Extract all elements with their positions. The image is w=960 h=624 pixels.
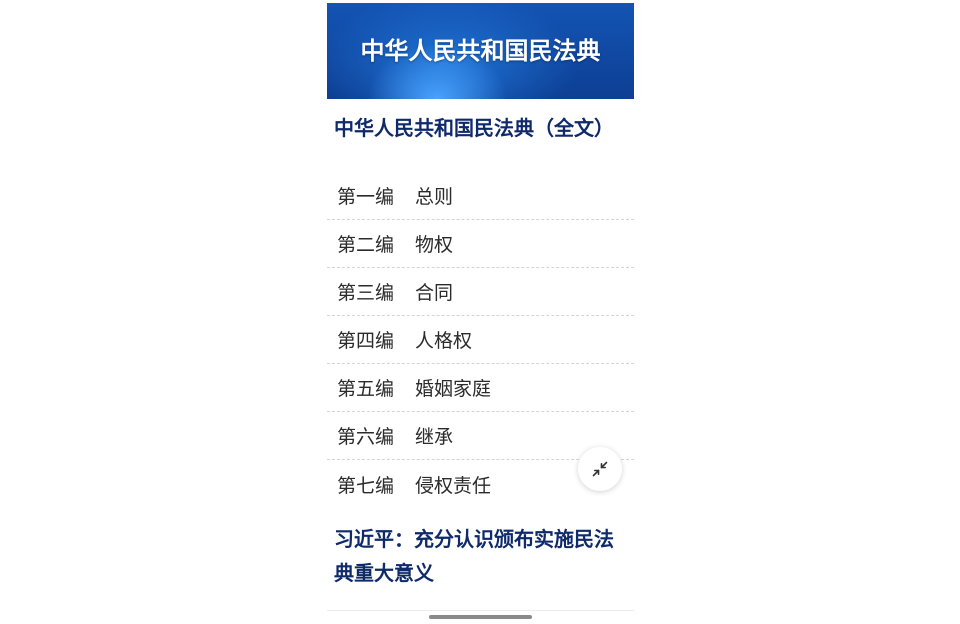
article-page: 中华人民共和国民法典 中华人民共和国民法典（全文） 第一编 总则 第二编 物权 … [327,3,634,624]
toc-part-title: 物权 [415,234,454,256]
toc-item-part-1[interactable]: 第一编 总则 [327,172,634,220]
toc-part-title: 人格权 [415,330,473,352]
toc-item-part-2[interactable]: 第二编 物权 [327,220,634,268]
toc-part-label: 第一编 [337,186,395,208]
toc-part-title: 婚姻家庭 [415,378,492,400]
banner-image: 中华人民共和国民法典 [327,3,634,99]
toc-item-part-4[interactable]: 第四编 人格权 [327,316,634,364]
toc-item-part-5[interactable]: 第五编 婚姻家庭 [327,364,634,412]
home-indicator [429,615,532,619]
toc-item-part-3[interactable]: 第三编 合同 [327,268,634,316]
collapse-button[interactable] [578,447,622,491]
toc-part-title: 继承 [415,426,454,448]
banner-title: 中华人民共和国民法典 [360,36,601,65]
toc-part-label: 第四编 [337,330,395,352]
related-article-link[interactable]: 习近平：充分认识颁布实施民法典重大意义 [334,522,630,590]
toc-part-label: 第五编 [337,378,395,400]
toc-part-label: 第二编 [337,234,395,256]
toc-part-label: 第三编 [337,282,395,304]
toc-part-label: 第七编 [337,474,395,497]
page-title: 中华人民共和国民法典（全文） [334,116,614,140]
toc-part-title: 合同 [415,282,454,304]
section-divider [327,610,634,611]
collapse-arrows-icon [592,461,608,477]
toc-part-title: 总则 [415,186,454,208]
toc-part-label: 第六编 [337,426,395,448]
toc-part-title: 侵权责任 [415,474,492,497]
